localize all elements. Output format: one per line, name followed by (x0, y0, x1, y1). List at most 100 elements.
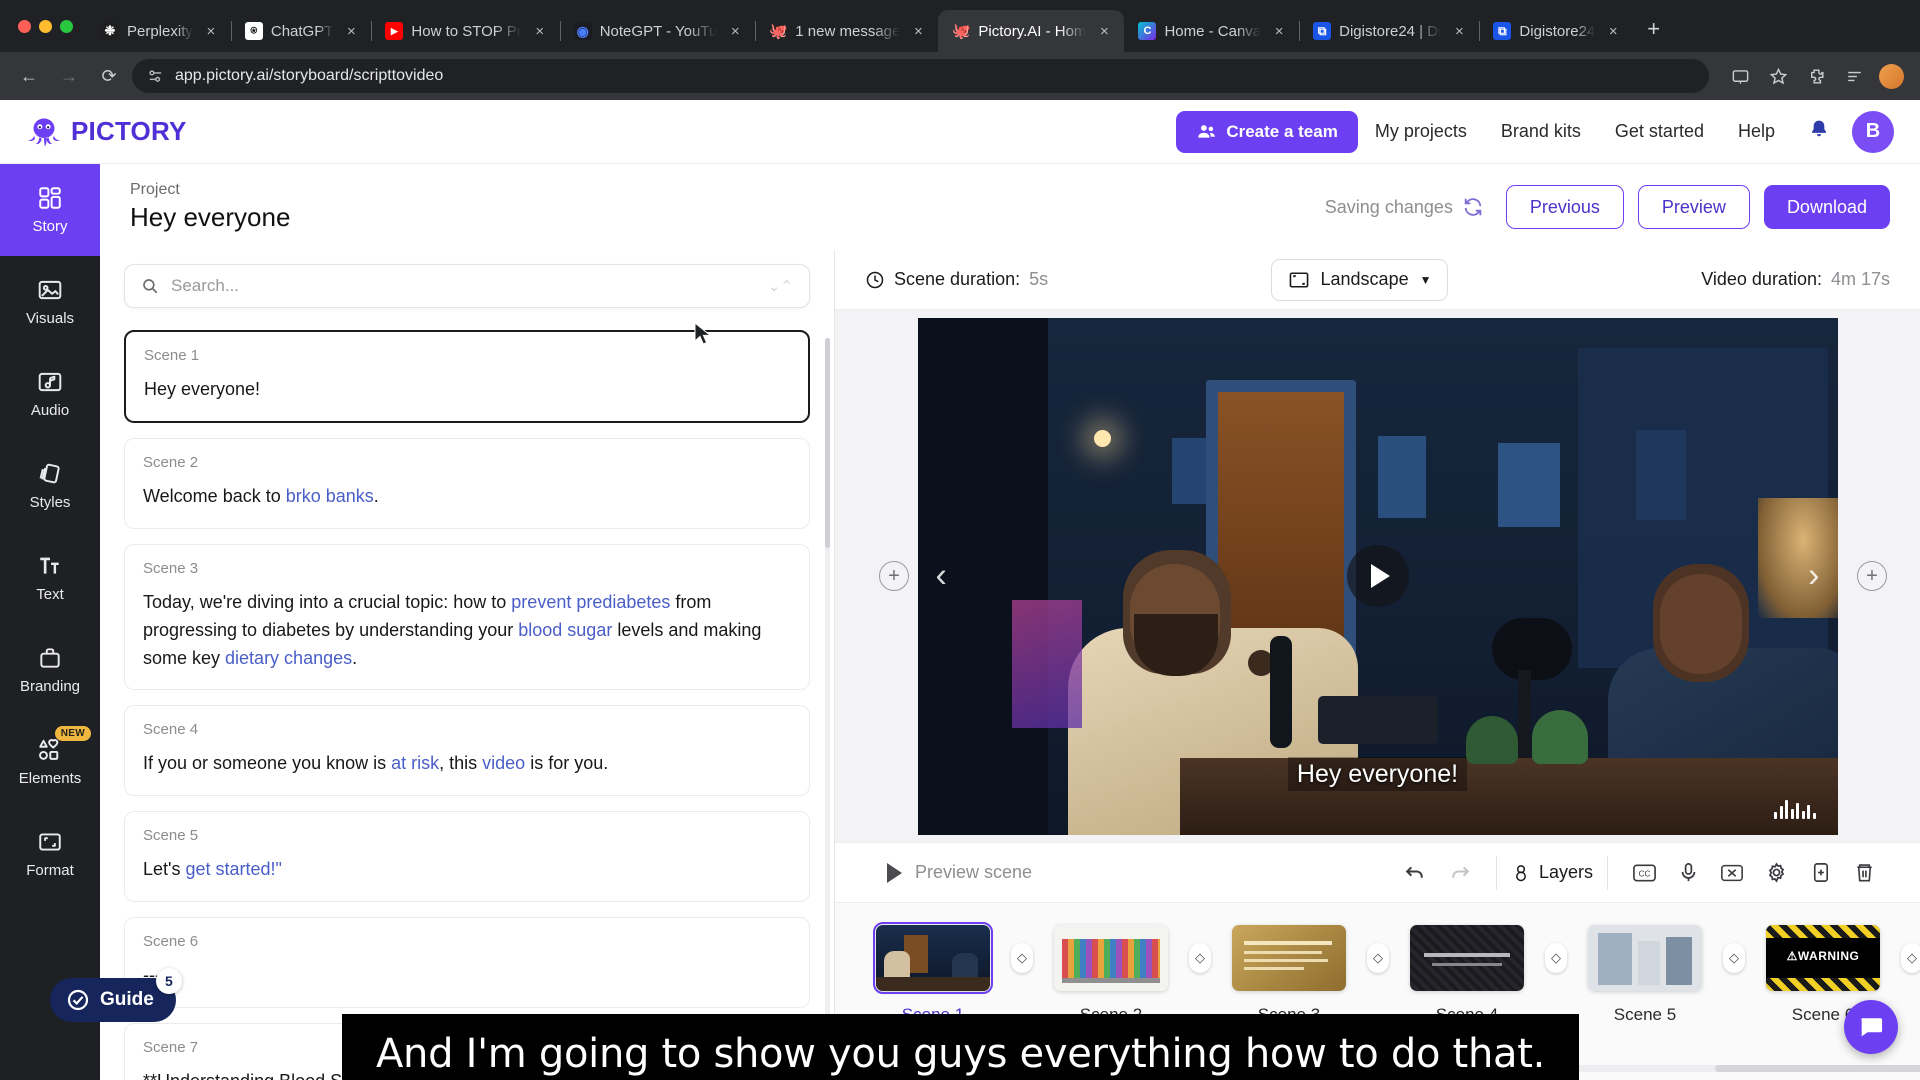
notifications-bell-icon[interactable] (1792, 118, 1846, 146)
rail-item-format[interactable]: Format (0, 808, 100, 900)
filmstrip-scene-2[interactable]: Scene 2 (1037, 925, 1185, 1025)
download-button[interactable]: Download (1763, 185, 1890, 229)
browser-profile-avatar[interactable] (1879, 63, 1904, 89)
filmstrip-scene-3[interactable]: Scene 3 (1215, 925, 1363, 1025)
next-scene-arrow[interactable]: › (1808, 557, 1819, 596)
browser-tab-0[interactable]: ❉ Perplexity × (87, 10, 232, 52)
scene-card-5[interactable]: Scene 5 Let's get started!" (124, 811, 810, 903)
scene-text[interactable]: If you or someone you know is at risk, t… (143, 750, 791, 778)
new-tab-button[interactable]: + (1633, 16, 1674, 52)
scene-transition-handle-3[interactable]: ◇ (1363, 925, 1393, 991)
rail-item-text[interactable]: Text (0, 532, 100, 624)
pictory-logo[interactable]: PICTORY (26, 114, 187, 150)
scene-thumbnail[interactable] (1232, 925, 1346, 991)
guide-button[interactable]: Guide 5 (50, 968, 182, 1022)
scene-thumbnail[interactable] (873, 922, 993, 994)
scene-transition-handle-1[interactable]: ◇ (1007, 925, 1037, 991)
user-avatar[interactable]: B (1852, 110, 1894, 153)
close-window-button[interactable] (18, 19, 31, 33)
browser-tab-3[interactable]: ◉ NoteGPT - YouTu × (560, 10, 757, 52)
browser-tab-1[interactable]: ⍟ ChatGPT × (231, 10, 373, 52)
nav-link-my-projects[interactable]: My projects (1358, 121, 1484, 142)
scene-thumbnail[interactable] (1054, 925, 1168, 991)
scene-card-7[interactable]: Scene 7 **Understanding Blood Sugar Level… (124, 1023, 810, 1080)
scene-text[interactable]: Today, we're diving into a crucial topic… (143, 589, 791, 673)
forward-button[interactable]: → (52, 59, 86, 93)
scene-card-3[interactable]: Scene 3 Today, we're diving into a crucia… (124, 543, 810, 691)
rail-item-audio[interactable]: Audio (0, 348, 100, 440)
support-chat-button[interactable] (1844, 1000, 1898, 1054)
scene-card-2[interactable]: Scene 2 Welcome back to brko banks. (124, 437, 810, 529)
previous-button[interactable]: Previous (1505, 185, 1624, 229)
window-controls[interactable] (14, 0, 87, 52)
browser-tab-2[interactable]: ▶ How to STOP Pr × (371, 10, 561, 52)
scene-thumbnail[interactable]: ⚠WARNING (1766, 925, 1880, 991)
browser-tab-6[interactable]: C Home - Canva × (1124, 10, 1301, 52)
rail-item-styles[interactable]: Styles (0, 440, 100, 532)
filmstrip-scroll-thumb[interactable] (1715, 1065, 1920, 1072)
rail-item-visuals[interactable]: Visuals (0, 256, 100, 348)
nav-link-brand-kits[interactable]: Brand kits (1484, 121, 1598, 142)
preview-button[interactable]: Preview (1637, 185, 1750, 229)
tab-close-icon[interactable]: × (341, 23, 361, 40)
search-input[interactable]: Search... ⌄⌃ (124, 264, 810, 308)
layers-button[interactable]: Layers (1511, 862, 1593, 883)
extensions-icon[interactable] (1799, 59, 1833, 93)
bookmark-star-icon[interactable] (1761, 59, 1795, 93)
scene-thumbnail[interactable] (1410, 925, 1524, 991)
tab-close-icon[interactable]: × (1269, 23, 1289, 40)
scene-transition-handle-2[interactable]: ◇ (1185, 925, 1215, 991)
scene-thumbnail[interactable] (1588, 925, 1702, 991)
browser-tab-7[interactable]: ⧉ Digistore24 | Di × (1299, 10, 1481, 52)
scene-text[interactable]: **Understanding Blood Sugar Levels** (143, 1068, 791, 1080)
script-scrollbar[interactable] (825, 338, 830, 1072)
tab-close-icon[interactable]: × (530, 23, 550, 40)
scene-transition-handle-6[interactable]: ◇ (1897, 925, 1920, 991)
redo-icon[interactable] (1438, 853, 1482, 893)
script-scroll-thumb[interactable] (825, 338, 830, 548)
trash-icon[interactable] (1842, 853, 1886, 893)
scene-text[interactable]: --- (143, 962, 791, 990)
scene-text[interactable]: Welcome back to brko banks. (143, 483, 791, 511)
nav-link-get-started[interactable]: Get started (1598, 121, 1721, 142)
scene-transition-handle-5[interactable]: ◇ (1719, 925, 1749, 991)
create-team-button[interactable]: Create a team (1176, 110, 1358, 153)
address-bar[interactable]: app.pictory.ai/storyboard/scripttovideo (132, 59, 1709, 93)
scene-text[interactable]: Let's get started!" (143, 856, 791, 884)
browser-tab-5[interactable]: 🐙 Pictory.AI - Hom × (938, 10, 1125, 52)
scene-card-6[interactable]: Scene 6 --- (124, 917, 810, 1009)
browser-tab-8[interactable]: ⧉ Digistore24 × (1479, 10, 1633, 52)
collapse-icon[interactable]: ⌄⌃ (768, 277, 793, 295)
filmstrip-scene-1[interactable]: Scene 1 (859, 922, 1007, 1025)
scene-text[interactable]: Hey everyone! (144, 376, 790, 404)
cc-icon[interactable]: CC (1622, 853, 1666, 893)
tab-close-icon[interactable]: × (1094, 23, 1114, 40)
maximize-window-button[interactable] (60, 19, 73, 33)
tab-close-icon[interactable]: × (201, 23, 221, 40)
aspect-ratio-selector[interactable]: Landscape ▼ (1270, 258, 1449, 301)
rail-item-story[interactable]: Story (0, 164, 100, 256)
tab-close-icon[interactable]: × (908, 23, 928, 40)
filmstrip-scene-4[interactable]: Scene 4 (1393, 925, 1541, 1025)
add-scene-after-button[interactable]: + (1857, 561, 1887, 591)
rail-item-branding[interactable]: Branding (0, 624, 100, 716)
scene-card-4[interactable]: Scene 4 If you or someone you know is at … (124, 705, 810, 797)
undo-icon[interactable] (1394, 853, 1438, 893)
cast-icon[interactable] (1723, 59, 1757, 93)
play-button[interactable] (1346, 545, 1409, 607)
previous-scene-arrow[interactable]: ‹ (936, 557, 947, 596)
rail-item-elements[interactable]: NEW Elements (0, 716, 100, 808)
gear-icon[interactable] (1754, 853, 1798, 893)
tab-close-icon[interactable]: × (1449, 23, 1469, 40)
project-title[interactable]: Hey everyone (130, 202, 290, 233)
minimize-window-button[interactable] (39, 19, 52, 33)
add-scene-before-button[interactable]: + (879, 561, 909, 591)
microphone-icon[interactable] (1666, 853, 1710, 893)
duplicate-icon[interactable] (1798, 853, 1842, 893)
scene-transition-handle-4[interactable]: ◇ (1541, 925, 1571, 991)
scissors-icon[interactable] (1710, 853, 1754, 893)
video-preview[interactable]: ‹ › Hey everyone! (917, 317, 1838, 835)
tab-close-icon[interactable]: × (1603, 23, 1623, 40)
browser-tab-4[interactable]: 🐙 1 new message × (755, 10, 938, 52)
filmstrip-scene-5[interactable]: Scene 5 (1571, 925, 1719, 1025)
